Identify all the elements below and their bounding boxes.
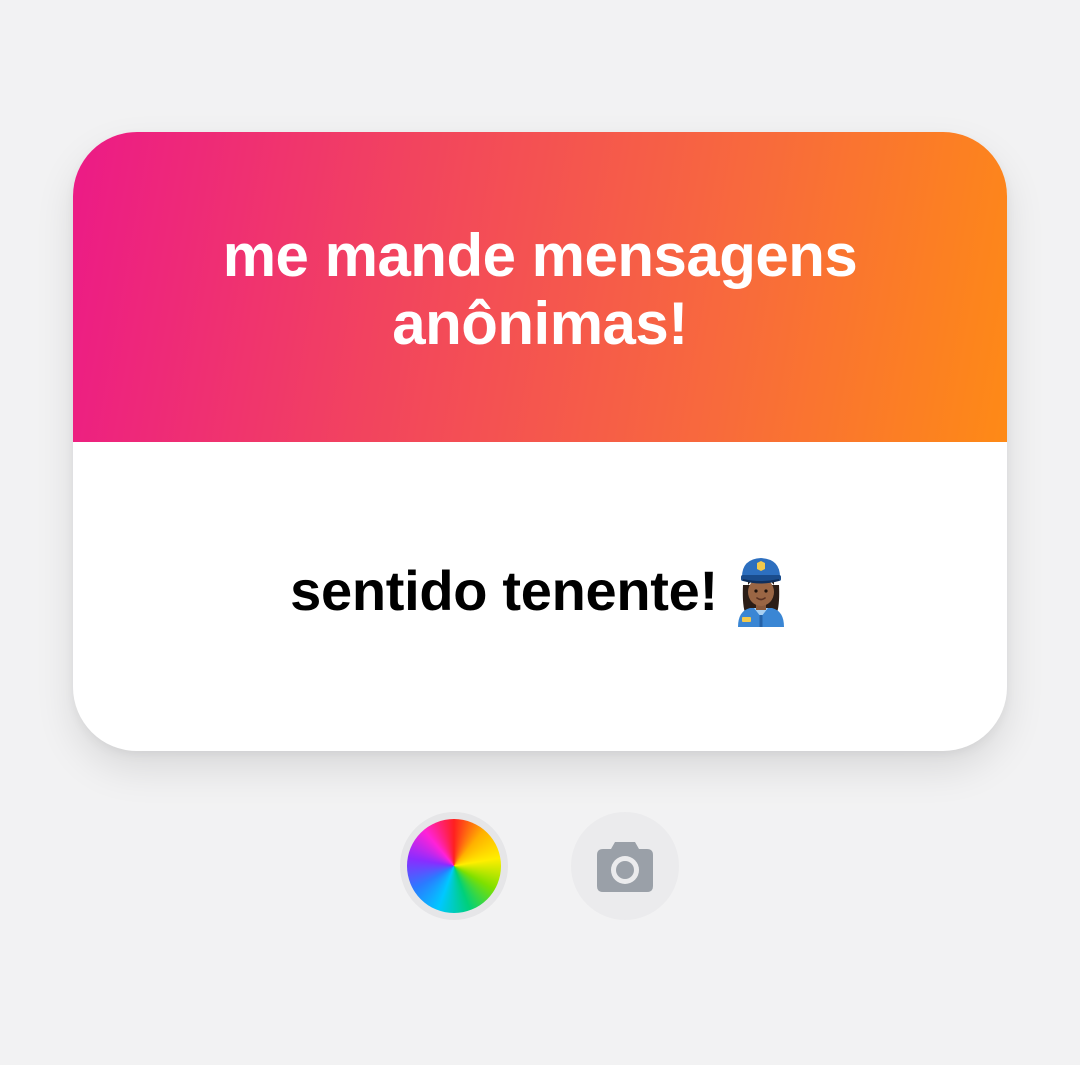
color-wheel-icon: [407, 819, 501, 913]
color-picker-button[interactable]: [400, 812, 508, 920]
reply-area[interactable]: sentido tenente!: [73, 442, 1007, 751]
prompt-title: me mande mensagens anônimas!: [222, 222, 858, 357]
police-officer-woman-icon: [737, 557, 784, 627]
reply-content[interactable]: sentido tenente!: [290, 555, 790, 627]
camera-icon: [597, 842, 653, 892]
camera-button[interactable]: [571, 812, 679, 920]
reply-text: sentido tenente!: [290, 559, 718, 622]
question-card: me mande mensagens anônimas! sentido ten…: [73, 132, 1007, 751]
card-header: me mande mensagens anônimas!: [73, 132, 1007, 442]
card-controls: [0, 812, 1080, 920]
